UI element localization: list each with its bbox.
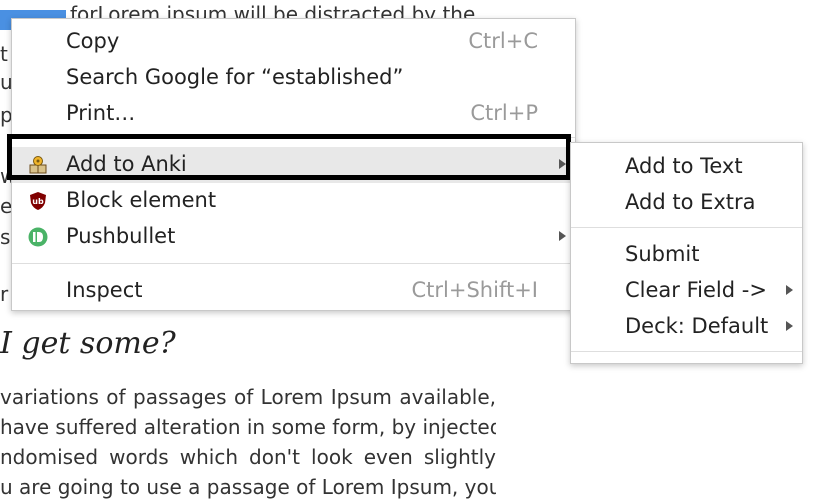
menu-item-label: Add to Text xyxy=(625,154,743,178)
svg-text:ub: ub xyxy=(32,197,44,206)
menu-item-label: Copy xyxy=(66,29,120,53)
menu-item-block-element[interactable]: ub Block element xyxy=(12,183,575,219)
submenu-item-deck[interactable]: Deck: Default xyxy=(571,309,802,345)
section-heading: I get some? xyxy=(0,326,176,361)
paragraph-line: ndomised words which don't look even sli… xyxy=(0,445,496,469)
body-paragraph: variations of passages of Lorem Ipsum av… xyxy=(0,382,496,502)
pushbullet-icon xyxy=(28,227,48,247)
menu-item-label: Add to Extra xyxy=(625,190,756,214)
menu-item-label: Clear Field -> xyxy=(625,278,767,302)
submenu-arrow-icon xyxy=(786,285,793,295)
menu-separator xyxy=(571,227,802,228)
menu-item-label: Deck: Default xyxy=(625,314,769,338)
submenu-item-clear-field[interactable]: Clear Field -> xyxy=(571,273,802,309)
submenu-arrow-icon xyxy=(559,231,566,241)
menu-item-copy[interactable]: Copy Ctrl+C xyxy=(12,24,575,60)
menu-item-pushbullet[interactable]: Pushbullet xyxy=(12,219,575,255)
menu-item-label: Print… xyxy=(66,101,136,125)
paragraph-line: have suffered alteration in some form, b… xyxy=(0,415,496,439)
shortcut-label: Ctrl+Shift+I xyxy=(411,278,538,302)
ublock-icon: ub xyxy=(28,191,48,211)
submenu-item-add-to-text[interactable]: Add to Text xyxy=(571,149,802,185)
menu-item-label: Block element xyxy=(66,188,217,212)
top-text-line: forLorem ipsum will be distracted by the xyxy=(70,2,476,18)
paragraph-line: variations of passages of Lorem Ipsum av… xyxy=(0,385,496,409)
shortcut-label: Ctrl+C xyxy=(468,29,538,53)
menu-item-label: Search Google for “established” xyxy=(66,65,404,89)
menu-separator xyxy=(571,351,802,352)
paragraph-line: u are going to use a passage of Lorem Ip… xyxy=(0,475,496,499)
text-fragment: r xyxy=(0,282,9,306)
menu-item-search-google[interactable]: Search Google for “established” xyxy=(12,60,575,96)
submenu-arrow-icon xyxy=(786,321,793,331)
shortcut-label: Ctrl+P xyxy=(470,101,538,125)
submenu-item-add-to-extra[interactable]: Add to Extra xyxy=(571,185,802,221)
highlight-box xyxy=(7,134,571,180)
menu-separator xyxy=(12,263,575,264)
menu-item-print[interactable]: Print… Ctrl+P xyxy=(12,96,575,132)
submenu-item-submit[interactable]: Submit xyxy=(571,237,802,273)
text-fragment: s xyxy=(0,225,11,249)
menu-item-inspect[interactable]: Inspect Ctrl+Shift+I xyxy=(12,273,575,309)
text-fragment: t xyxy=(0,42,8,66)
anki-submenu: Add to Text Add to Extra Submit Clear Fi… xyxy=(570,142,803,364)
menu-item-label: Inspect xyxy=(66,278,143,302)
menu-item-label: Submit xyxy=(625,242,700,266)
menu-item-label: Pushbullet xyxy=(66,224,176,248)
